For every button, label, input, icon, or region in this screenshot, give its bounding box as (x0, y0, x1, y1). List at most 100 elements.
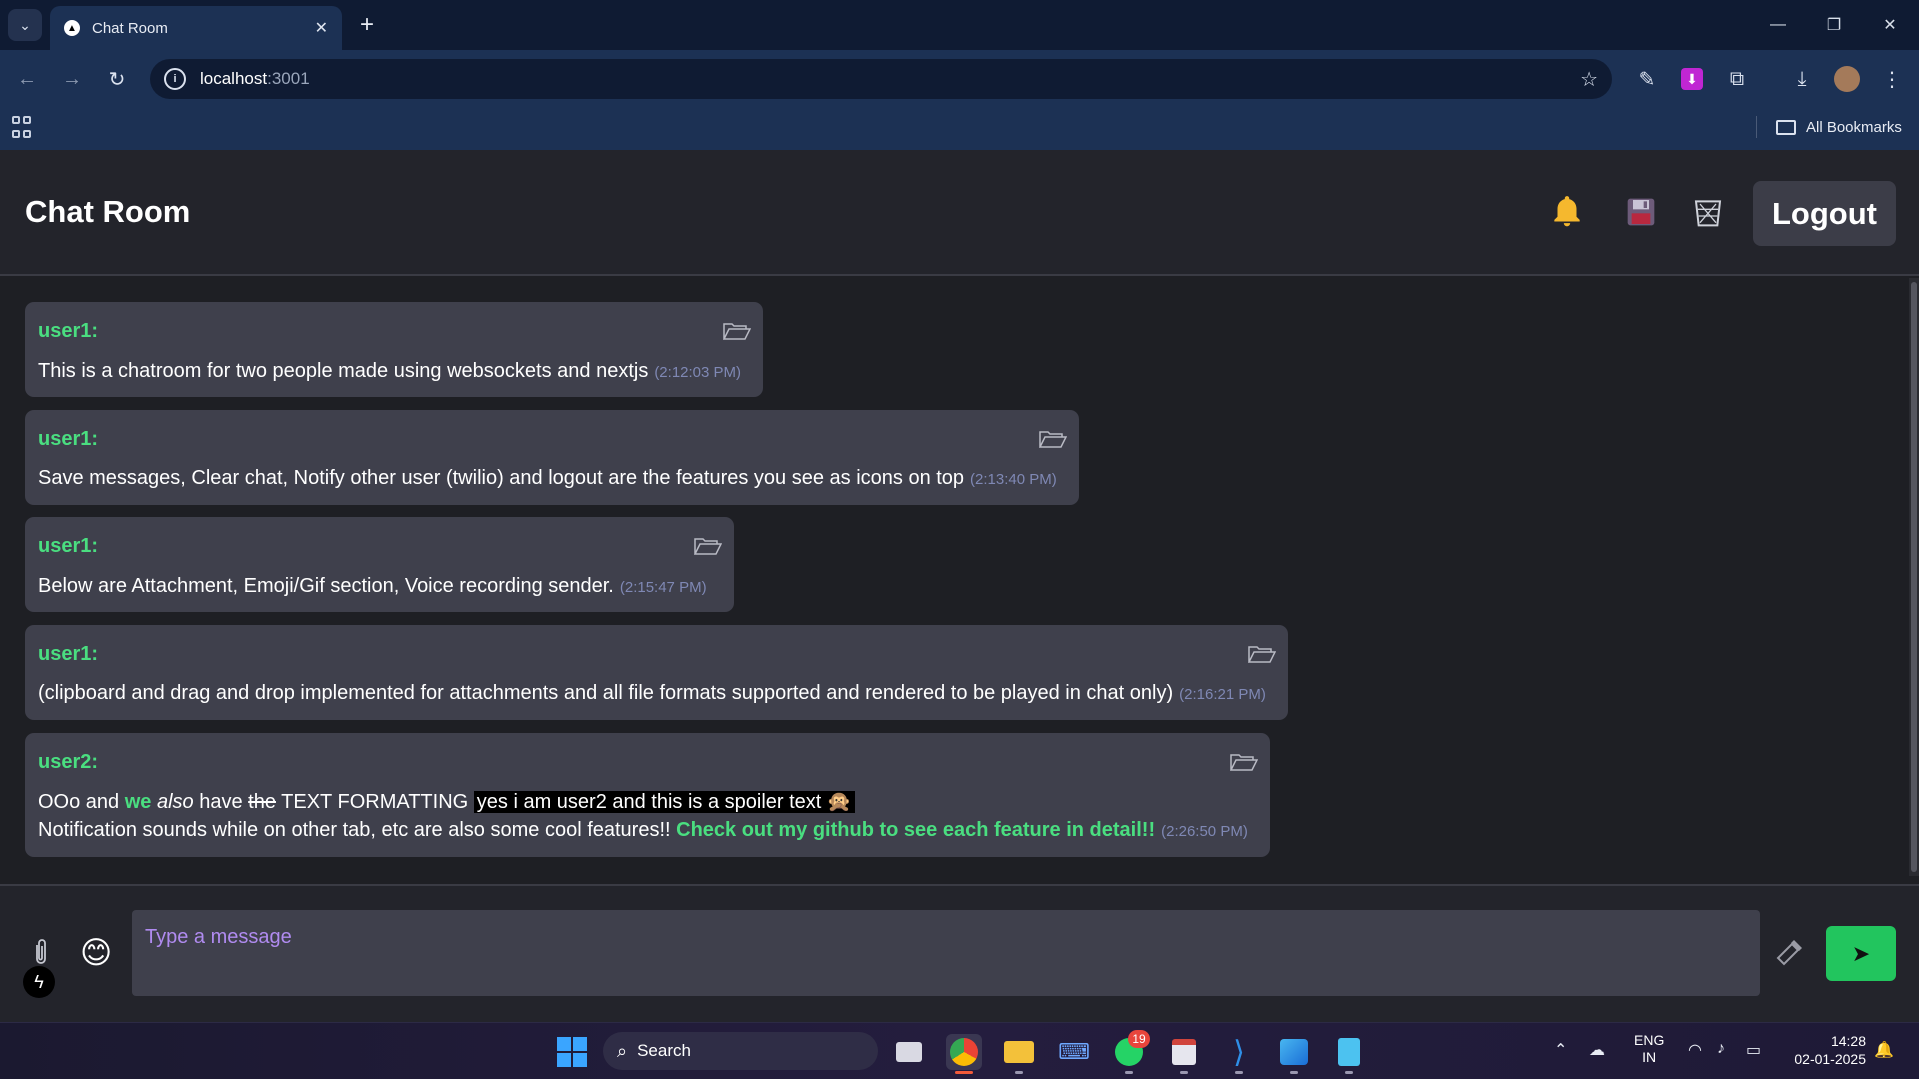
open-folder-icon[interactable] (1039, 430, 1067, 448)
open-folder-icon[interactable] (1230, 753, 1258, 771)
lang-line-2: IN (1642, 1049, 1657, 1065)
tray-overflow-icon[interactable]: ⌃ (1554, 1040, 1567, 1060)
lang-line-1: ENG (1634, 1032, 1665, 1048)
browser-tab[interactable]: ▲ Chat Room ✕ (50, 6, 342, 50)
running-indicator (1235, 1071, 1243, 1074)
voice-record-icon[interactable] (1774, 936, 1806, 975)
spoiler-text[interactable]: yes i am user2 and this is a spoiler tex… (473, 791, 855, 813)
bell-icon[interactable] (1545, 190, 1589, 234)
new-tab-button[interactable]: + (352, 10, 382, 40)
onedrive-icon[interactable]: ☁ (1589, 1040, 1605, 1060)
message-text-italic: also (156, 791, 194, 813)
running-indicator (1290, 1071, 1298, 1074)
running-indicator (1125, 1071, 1133, 1074)
eyedropper-icon[interactable]: ✎ (1632, 64, 1662, 94)
reload-icon[interactable]: ↻ (100, 62, 134, 96)
task-view-icon[interactable] (891, 1034, 927, 1070)
message-input[interactable] (132, 910, 1760, 996)
running-indicator (1345, 1071, 1353, 1074)
message-sender: user1: (38, 643, 99, 665)
message-line-2: Notification sounds while on other tab, … (38, 819, 1248, 842)
message-text-plain: OOo and (38, 791, 125, 813)
system-clock[interactable]: 14:28 02-01-2025 (1786, 1032, 1866, 1068)
profile-avatar[interactable] (1832, 64, 1862, 94)
message-sender: user1: (38, 320, 99, 342)
extensions-icon[interactable]: ⧉ (1722, 64, 1752, 94)
notification-bell-icon[interactable]: 🔔 (1874, 1040, 1894, 1060)
tab-title: Chat Room (92, 19, 168, 37)
taskbar-search-label: Search (637, 1041, 691, 1060)
running-indicator (1180, 1071, 1188, 1074)
open-folder-icon[interactable] (723, 322, 751, 340)
message-text-plain: TEXT FORMATTING (275, 791, 474, 813)
message-sender: user1: (38, 535, 99, 557)
taskbar-search[interactable]: ⌕ Search (603, 1032, 878, 1070)
message-timestamp: (2:16:21 PM) (1179, 686, 1266, 703)
message-text: Below are Attachment, Emoji/Gif section,… (38, 575, 707, 598)
trash-icon[interactable] (1686, 190, 1730, 234)
open-folder-icon[interactable] (1248, 645, 1276, 663)
wifi-icon[interactable]: ◠ (1688, 1040, 1702, 1060)
terminal-icon[interactable]: ⌨ (1056, 1034, 1092, 1070)
chat-scrollbar-thumb[interactable] (1911, 282, 1917, 872)
message-bubble: user1: (clipboard and drag and drop impl… (25, 625, 1288, 720)
message-timestamp: (2:13:40 PM) (970, 471, 1057, 488)
folder-icon (1776, 119, 1796, 135)
message-bubble: user1: This is a chatroom for two people… (25, 302, 763, 397)
url-port: :3001 (267, 69, 310, 88)
bookmark-star-icon[interactable]: ☆ (1580, 67, 1598, 92)
site-info-icon[interactable]: i (164, 68, 186, 90)
battery-icon[interactable]: ▭ (1746, 1040, 1761, 1060)
tab-close-icon[interactable]: ✕ (315, 18, 328, 38)
emoji-icon[interactable]: 😊 (80, 935, 112, 971)
browser-menu-icon[interactable]: ⋮ (1877, 64, 1907, 94)
download-extension-icon[interactable]: ⬇ (1677, 64, 1707, 94)
message-timestamp: (2:15:47 PM) (619, 579, 707, 596)
snipping-tool-icon[interactable] (1166, 1034, 1202, 1070)
forward-icon[interactable]: → (55, 62, 89, 96)
volume-icon[interactable]: ♪ (1717, 1040, 1725, 1058)
downloads-icon[interactable]: ⤓ (1787, 64, 1817, 94)
message-text: (clipboard and drag and drop implemented… (38, 682, 1266, 705)
tab-favicon-icon: ▲ (64, 20, 80, 36)
chrome-icon[interactable] (946, 1034, 982, 1070)
url-host: localhost (200, 69, 268, 88)
gif-bolt-icon[interactable]: ϟ (23, 966, 55, 998)
bookmarks-divider (1756, 116, 1757, 138)
tab-search-button[interactable]: ⌄ (8, 9, 42, 41)
clock-date: 02-01-2025 (1794, 1051, 1866, 1067)
file-explorer-icon[interactable] (1001, 1034, 1037, 1070)
message-sender: user1: (38, 428, 99, 450)
open-folder-icon[interactable] (694, 537, 722, 555)
logout-button[interactable]: Logout (1753, 181, 1896, 246)
windows-start-icon[interactable] (557, 1037, 587, 1067)
running-indicator (1015, 1071, 1023, 1074)
back-icon[interactable]: ← (10, 62, 44, 96)
photos-icon[interactable] (1276, 1034, 1312, 1070)
input-language[interactable]: ENG IN (1634, 1032, 1664, 1066)
restore-icon[interactable]: ❐ (1814, 8, 1854, 42)
message-text: Save messages, Clear chat, Notify other … (38, 467, 1057, 490)
send-button[interactable]: ➤ (1826, 926, 1896, 981)
message-timestamp: (2:26:50 PM) (1161, 823, 1248, 840)
clock-time: 14:28 (1830, 1033, 1866, 1049)
message-text-bold-green: we (124, 791, 152, 813)
vscode-icon[interactable]: ⟩ (1221, 1034, 1257, 1070)
message-text-strikethrough: the (248, 791, 276, 813)
message-bubble: user1: Save messages, Clear chat, Notify… (25, 410, 1079, 505)
whatsapp-badge: 19 (1128, 1030, 1150, 1048)
all-bookmarks-label: All Bookmarks (1806, 118, 1902, 136)
message-line-1: OOo and we also have the TEXT FORMATTING… (38, 789, 855, 814)
message-body: Below are Attachment, Emoji/Gif section,… (38, 575, 614, 597)
minimize-icon[interactable]: — (1758, 8, 1798, 42)
all-bookmarks-button[interactable]: All Bookmarks (1776, 115, 1902, 139)
address-bar[interactable]: i localhost:3001 ☆ (150, 59, 1612, 99)
close-window-icon[interactable]: ✕ (1870, 8, 1910, 42)
message-text-plain: Notification sounds while on other tab, … (38, 819, 677, 841)
save-icon[interactable] (1619, 190, 1663, 234)
notepad-icon[interactable] (1331, 1034, 1367, 1070)
apps-grid-icon[interactable] (12, 116, 36, 140)
search-icon: ⌕ (617, 1040, 628, 1061)
message-bubble: user1: Below are Attachment, Emoji/Gif s… (25, 517, 734, 612)
message-text-plain: have (193, 791, 249, 813)
